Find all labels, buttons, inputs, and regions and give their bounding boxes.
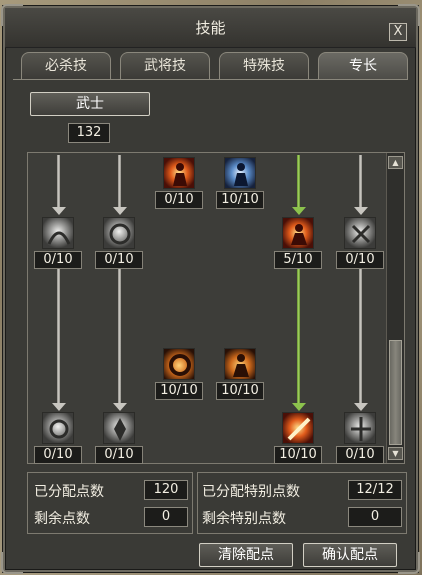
scroll-down-button[interactable]: ▼ <box>388 447 403 460</box>
window-corner-ornament <box>1 552 23 574</box>
special-remaining-value: 0 <box>348 507 402 527</box>
skill-slot[interactable]: 10/10 <box>155 348 203 404</box>
skill-level-counter: 5/10 <box>274 251 322 269</box>
special-point-stats-panel: 已分配特别点数 12/12 剩余特别点数 0 <box>197 472 407 534</box>
window-corner-ornament <box>398 552 420 574</box>
remaining-points-label: 剩余点数 <box>34 511 90 527</box>
close-button[interactable]: X <box>389 23 407 41</box>
clear-points-button[interactable]: 清除配点 <box>199 543 293 567</box>
tree-connector <box>359 155 362 213</box>
tab-divider <box>13 79 408 80</box>
scroll-up-button[interactable]: ▲ <box>388 156 403 169</box>
tab-general-skills[interactable]: 武将技 <box>120 52 210 79</box>
available-points-value: 132 <box>68 123 110 143</box>
skill-level-counter: 0/10 <box>336 446 384 464</box>
skill-level-counter: 0/10 <box>34 251 82 269</box>
skill-level-counter: 0/10 <box>155 191 203 209</box>
flame-warrior-icon[interactable] <box>282 217 314 249</box>
skill-slot[interactable]: 5/10 <box>274 217 322 273</box>
title-bar[interactable]: 技能 X <box>5 8 416 48</box>
remaining-points-value: 0 <box>144 507 188 527</box>
connector-arrow <box>354 207 368 215</box>
fire-blast-icon[interactable] <box>282 412 314 444</box>
skill-slot[interactable]: 10/10 <box>216 348 264 404</box>
tab-ultimate[interactable]: 必杀技 <box>21 52 111 79</box>
skill-slot[interactable]: 0/10 <box>336 412 384 468</box>
tree-connector <box>57 269 60 409</box>
skill-level-counter: 0/10 <box>95 446 143 464</box>
skill-level-counter: 10/10 <box>274 446 322 464</box>
special-allocated-value: 12/12 <box>348 480 402 500</box>
special-allocated-label: 已分配特别点数 <box>202 484 300 500</box>
skill-level-counter: 0/10 <box>95 251 143 269</box>
gray-skill-icon[interactable] <box>42 412 74 444</box>
tree-scrollbar[interactable]: ▲ ▼ <box>386 153 404 463</box>
skill-slot[interactable]: 0/10 <box>95 217 143 273</box>
tree-connector <box>118 269 121 409</box>
window-title: 技能 <box>195 19 226 37</box>
scroll-thumb[interactable] <box>389 340 402 445</box>
fire-aura-icon[interactable] <box>163 157 195 189</box>
skill-slot[interactable]: 0/10 <box>336 217 384 273</box>
gray-skill-icon[interactable] <box>344 412 376 444</box>
special-remaining-label: 剩余特别点数 <box>202 511 286 527</box>
skill-tree-panel: 0/10 10/10 0/10 0/10 5/10 0/10 10/10 10/… <box>27 152 405 464</box>
connector-arrow <box>113 403 127 411</box>
skill-slot[interactable]: 0/10 <box>34 412 82 468</box>
ice-aura-icon[interactable] <box>224 157 256 189</box>
connector-arrow <box>52 207 66 215</box>
skill-level-counter: 0/10 <box>34 446 82 464</box>
tree-connector <box>359 269 362 409</box>
fire-ring-icon[interactable] <box>163 348 195 380</box>
confirm-points-button[interactable]: 确认配点 <box>303 543 397 567</box>
skill-level-counter: 10/10 <box>155 382 203 400</box>
skill-slot[interactable]: 10/10 <box>274 412 322 468</box>
gray-skill-icon[interactable] <box>103 217 135 249</box>
skills-window: 技能 X 必杀技 武将技 特殊技 专长 武士 132 0/10 10/10 0/… <box>1 4 420 574</box>
skill-level-counter: 10/10 <box>216 382 264 400</box>
connector-arrow-active <box>292 207 306 215</box>
tab-specialty[interactable]: 专长 <box>318 52 408 80</box>
connector-arrow <box>354 403 368 411</box>
tree-connector-active <box>297 269 300 409</box>
skill-slot[interactable]: 0/10 <box>155 157 203 213</box>
connector-arrow-active <box>292 403 306 411</box>
point-stats-panel: 已分配点数 120 剩余点数 0 <box>27 472 193 534</box>
tab-special-skills[interactable]: 特殊技 <box>219 52 309 79</box>
tab-bar: 必杀技 武将技 特殊技 专长 <box>21 52 411 80</box>
gray-skill-icon[interactable] <box>103 412 135 444</box>
connector-arrow <box>52 403 66 411</box>
allocated-points-value: 120 <box>144 480 188 500</box>
skill-slot[interactable]: 10/10 <box>216 157 264 213</box>
skill-level-counter: 10/10 <box>216 191 264 209</box>
allocated-points-label: 已分配点数 <box>34 484 104 500</box>
skill-level-counter: 0/10 <box>336 251 384 269</box>
connector-arrow <box>113 207 127 215</box>
gray-skill-icon[interactable] <box>344 217 376 249</box>
gray-skill-icon[interactable] <box>42 217 74 249</box>
fire-summon-icon[interactable] <box>224 348 256 380</box>
skill-slot[interactable]: 0/10 <box>34 217 82 273</box>
tree-connector-active <box>297 155 300 213</box>
tree-connector <box>57 155 60 213</box>
skill-tree: 0/10 10/10 0/10 0/10 5/10 0/10 10/10 10/… <box>28 153 386 464</box>
tree-connector <box>118 155 121 213</box>
class-button[interactable]: 武士 <box>30 92 150 116</box>
skill-slot[interactable]: 0/10 <box>95 412 143 468</box>
